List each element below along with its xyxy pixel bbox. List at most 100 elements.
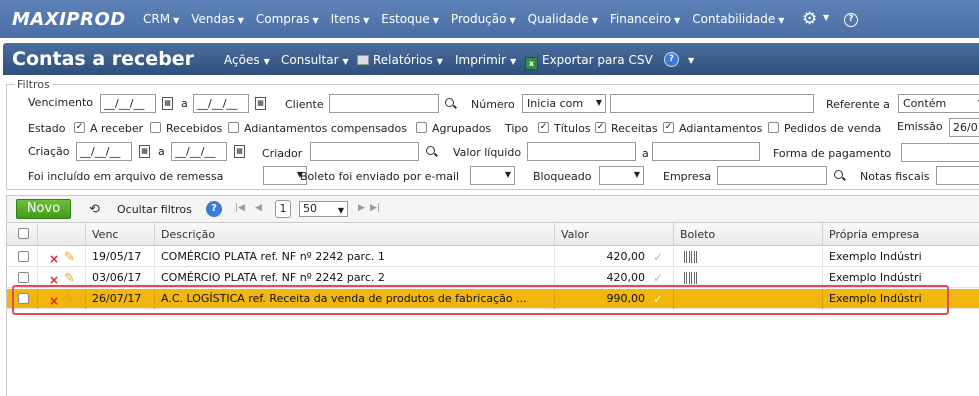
page-size-select[interactable]: 50 bbox=[299, 201, 348, 218]
tipo-titulos-checkbox[interactable]: ✓ bbox=[538, 122, 549, 133]
search-icon[interactable] bbox=[426, 146, 435, 155]
estado-a-receber-checkbox[interactable]: ✓ bbox=[74, 122, 85, 133]
edit-pencil-icon[interactable]: ✎ bbox=[64, 290, 75, 309]
emissao-input[interactable]: 26/07 bbox=[949, 118, 979, 137]
criacao-from-input[interactable]: __/__/__ bbox=[76, 142, 132, 161]
cell-empresa: Exemplo Indústri bbox=[829, 292, 922, 305]
delete-icon[interactable]: × bbox=[49, 249, 59, 267]
consult-menu[interactable]: Consultar ▼ bbox=[281, 53, 349, 67]
last-page-icon[interactable]: ▶| bbox=[370, 203, 380, 213]
export-csv-button[interactable]: x Exportar para CSV bbox=[525, 53, 653, 70]
calendar-icon[interactable]: ▦ bbox=[139, 145, 150, 158]
row-checkbox[interactable] bbox=[18, 293, 29, 304]
edit-pencil-icon[interactable]: ✎ bbox=[64, 248, 75, 267]
refresh-icon[interactable]: ⟲ bbox=[89, 202, 100, 217]
valor-to-input[interactable] bbox=[652, 142, 760, 161]
criador-input[interactable] bbox=[310, 142, 419, 161]
barcode-icon[interactable] bbox=[684, 272, 698, 284]
grid-toolbar: Novo ⟲ Ocultar filtros ? |◀ ◀ 1 50 ▶ ▶| bbox=[6, 195, 979, 222]
actions-menu[interactable]: Ações ▼ bbox=[224, 53, 270, 67]
referente-mode-select[interactable]: Contém bbox=[898, 94, 979, 113]
search-icon[interactable] bbox=[445, 98, 454, 107]
prev-page-icon[interactable]: ◀ bbox=[255, 203, 262, 213]
delete-icon[interactable]: × bbox=[49, 291, 59, 309]
forma-pagamento-input[interactable] bbox=[901, 143, 979, 162]
calendar-icon[interactable]: ▦ bbox=[255, 97, 266, 110]
caret-down-icon: ▼ bbox=[237, 16, 244, 25]
menu-qualidade[interactable]: Qualidade ▼ bbox=[528, 12, 598, 26]
bloqueado-select[interactable] bbox=[599, 166, 644, 185]
menu-producao[interactable]: Produção ▼ bbox=[451, 12, 516, 26]
numero-label: Número bbox=[471, 98, 515, 111]
table-row[interactable]: × ✎ 19/05/17 COMÉRCIO PLATA ref. NF nº 22… bbox=[7, 247, 979, 267]
estado-recebidos-checkbox[interactable] bbox=[150, 122, 161, 133]
reports-menu[interactable]: Relatórios ▼ bbox=[357, 53, 443, 67]
tipo-adiantamentos-checkbox[interactable]: ✓ bbox=[663, 122, 674, 133]
tipo-titulos-label: Títulos bbox=[554, 122, 591, 135]
vencimento-to-input[interactable]: __/__/__ bbox=[193, 94, 249, 113]
edit-pencil-icon[interactable]: ✎ bbox=[64, 269, 75, 288]
notas-fiscais-input[interactable] bbox=[936, 166, 979, 185]
tipo-receitas-checkbox[interactable]: ✓ bbox=[595, 122, 606, 133]
row-select-cell bbox=[7, 268, 38, 288]
numero-mode-select[interactable]: Inicia com bbox=[522, 94, 606, 113]
page-number[interactable]: 1 bbox=[275, 200, 291, 218]
menu-contabilidade[interactable]: Contabilidade ▼ bbox=[692, 12, 784, 26]
help-icon[interactable]: ? bbox=[844, 13, 858, 27]
menu-label: Produção bbox=[450, 12, 507, 26]
empresa-input[interactable] bbox=[717, 166, 827, 185]
table-row[interactable]: × ✎ 03/06/17 COMÉRCIO PLATA ref. NF nº 22… bbox=[7, 268, 979, 288]
help-icon[interactable]: ? bbox=[206, 201, 222, 217]
notas-fiscais-label: Notas fiscais bbox=[860, 170, 930, 183]
estado-adiantamentos-checkbox[interactable] bbox=[228, 122, 239, 133]
caret-down-icon[interactable]: ▼ bbox=[688, 52, 694, 66]
valor-from-input[interactable] bbox=[527, 142, 636, 161]
menu-compras[interactable]: Compras ▼ bbox=[256, 12, 319, 26]
help-icon[interactable]: ? bbox=[664, 52, 679, 67]
barcode-icon[interactable] bbox=[684, 251, 698, 263]
calendar-icon[interactable]: ▦ bbox=[162, 97, 173, 110]
caret-down-icon[interactable]: ▼ bbox=[823, 13, 829, 22]
select-all-checkbox[interactable] bbox=[18, 228, 29, 239]
boleto-email-select[interactable] bbox=[470, 166, 515, 185]
numero-input[interactable] bbox=[610, 94, 814, 113]
header-descricao[interactable]: Descrição bbox=[155, 223, 555, 246]
gear-icon[interactable]: ⚙ bbox=[802, 9, 817, 29]
menu-label: Itens bbox=[330, 12, 361, 26]
table-row-selected[interactable]: × ✎ 26/07/17 A.C. LOGÍSTICA ref. Receita … bbox=[7, 289, 979, 309]
reports-label: Relatórios bbox=[373, 53, 433, 67]
new-button[interactable]: Novo bbox=[16, 199, 71, 219]
valor-text: 420,00 bbox=[606, 271, 646, 284]
menu-crm[interactable]: CRM ▼ bbox=[143, 12, 179, 26]
hide-filters-button[interactable]: Ocultar filtros bbox=[117, 203, 192, 216]
estado-agrupados-checkbox[interactable] bbox=[416, 122, 427, 133]
delete-icon[interactable]: × bbox=[49, 270, 59, 288]
header-venc[interactable]: Venc bbox=[86, 223, 155, 246]
tipo-receitas-label: Receitas bbox=[611, 122, 658, 135]
app-logo[interactable]: MAXIPROD bbox=[12, 9, 126, 30]
caret-down-icon: ▼ bbox=[312, 16, 319, 25]
page-title-bar: Contas a receber Ações ▼ Consultar ▼ Relat… bbox=[3, 43, 979, 75]
menu-financeiro[interactable]: Financeiro ▼ bbox=[610, 12, 680, 26]
vencimento-from-input[interactable]: __/__/__ bbox=[100, 94, 156, 113]
next-page-icon[interactable]: ▶ bbox=[358, 203, 365, 213]
menu-itens[interactable]: Itens ▼ bbox=[331, 12, 370, 26]
header-propria-empresa[interactable]: Própria empresa bbox=[823, 223, 979, 246]
cell-boleto bbox=[674, 289, 823, 309]
cliente-input[interactable] bbox=[329, 94, 439, 113]
menu-vendas[interactable]: Vendas ▼ bbox=[191, 12, 244, 26]
check-icon: ✓ bbox=[652, 271, 663, 285]
header-valor[interactable]: Valor bbox=[555, 223, 674, 246]
header-boleto[interactable]: Boleto bbox=[674, 223, 823, 246]
tipo-pedidos-checkbox[interactable] bbox=[768, 122, 779, 133]
row-checkbox[interactable] bbox=[18, 272, 29, 283]
print-menu[interactable]: Imprimir ▼ bbox=[455, 53, 516, 67]
calendar-icon[interactable]: ▦ bbox=[234, 145, 245, 158]
first-page-icon[interactable]: |◀ bbox=[235, 203, 245, 213]
caret-down-icon: ▼ bbox=[432, 16, 439, 25]
row-checkbox[interactable] bbox=[18, 251, 29, 262]
search-icon[interactable] bbox=[834, 170, 843, 179]
criacao-to-input[interactable]: __/__/__ bbox=[171, 142, 227, 161]
menu-estoque[interactable]: Estoque ▼ bbox=[381, 12, 439, 26]
menu-label: Compras bbox=[255, 12, 310, 26]
